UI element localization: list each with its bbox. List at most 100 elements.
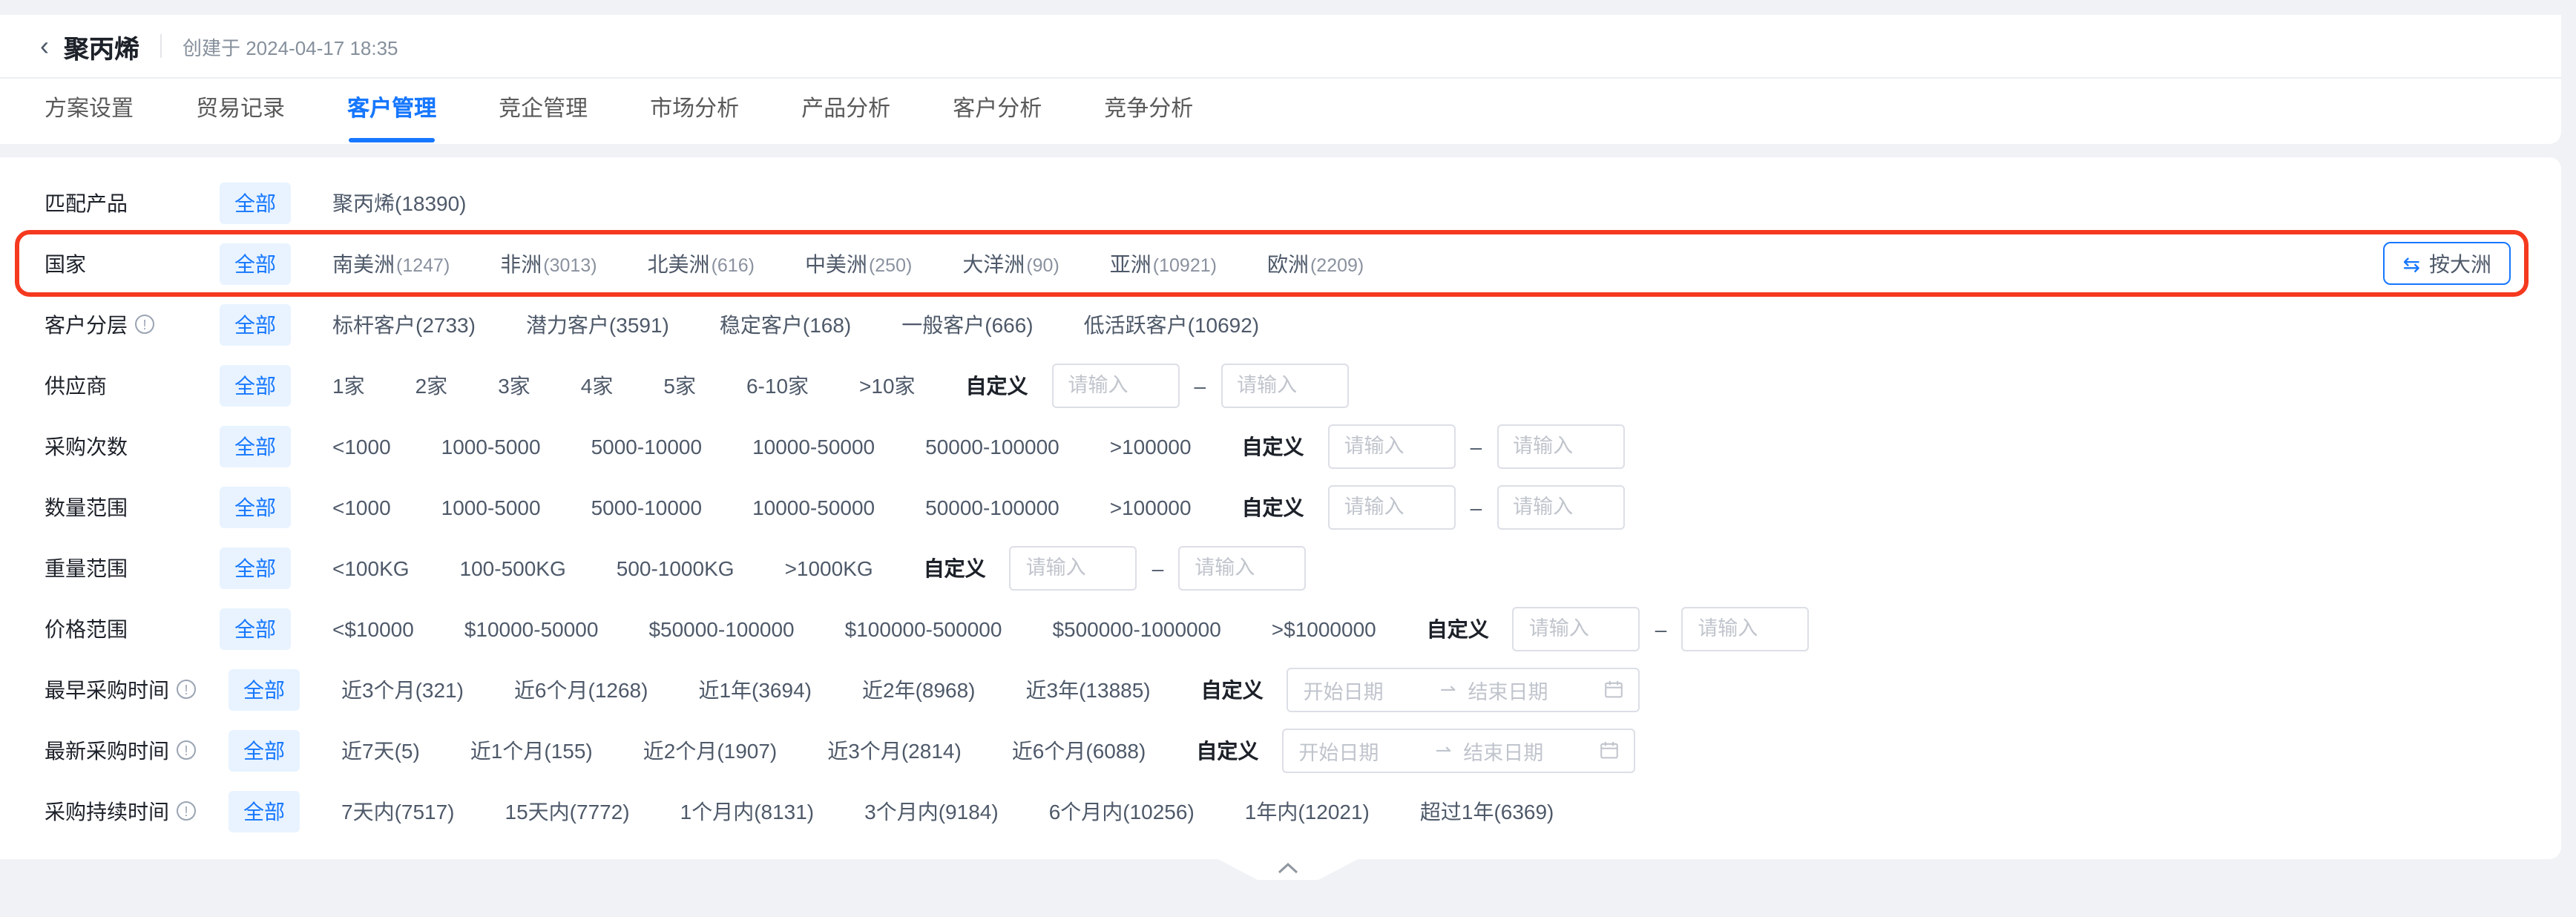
filter-option[interactable]: 6-10家	[746, 370, 809, 400]
custom-range-option[interactable]: 自定义	[1427, 614, 1489, 643]
filter-option[interactable]: 北美洲(616)	[648, 249, 755, 278]
filter-option[interactable]: 近2年(8968)	[862, 674, 976, 704]
filter-option[interactable]: >$1000000	[1272, 617, 1376, 640]
option-all-selected[interactable]: 全部	[220, 608, 291, 649]
filter-option[interactable]: 2家	[415, 370, 448, 400]
filter-option[interactable]: 3个月内(9184)	[864, 796, 999, 826]
range-max-input[interactable]	[1220, 363, 1348, 407]
filter-option[interactable]: 100-500KG	[460, 556, 566, 579]
option-all-selected[interactable]: 全部	[220, 303, 291, 345]
filter-option[interactable]: 1000-5000	[441, 434, 541, 458]
option-all-selected[interactable]: 全部	[229, 668, 300, 710]
custom-range-option[interactable]: 自定义	[924, 553, 986, 582]
group-by-continent-button[interactable]: ⇆按大洲	[2384, 242, 2511, 285]
option-all-selected[interactable]: 全部	[220, 364, 291, 406]
filter-option[interactable]: 亚洲(10921)	[1110, 249, 1217, 278]
filter-option[interactable]: 稳定客户(168)	[720, 309, 851, 339]
filter-option[interactable]: 近1年(3694)	[698, 674, 812, 704]
option-all-selected[interactable]: 全部	[220, 425, 291, 467]
filter-option[interactable]: 500-1000KG	[617, 556, 735, 579]
range-min-input[interactable]	[1328, 484, 1456, 529]
range-max-input[interactable]	[1496, 484, 1624, 529]
tab-贸易记录[interactable]: 贸易记录	[196, 79, 285, 144]
tab-竞企管理[interactable]: 竞企管理	[499, 79, 588, 144]
filter-option[interactable]: 1年内(12021)	[1245, 796, 1370, 826]
filter-option[interactable]: >100000	[1110, 434, 1192, 458]
filter-option[interactable]: <100KG	[332, 556, 410, 579]
option-all-selected[interactable]: 全部	[220, 547, 291, 588]
date-range-picker[interactable]: 开始日期⇀结束日期	[1282, 728, 1635, 772]
filter-option[interactable]: 聚丙烯(18390)	[332, 188, 467, 217]
filter-option[interactable]: 10000-50000	[752, 495, 875, 519]
filter-option[interactable]: >1000KG	[785, 556, 873, 579]
filter-option[interactable]: 近7天(5)	[341, 735, 420, 765]
filter-option[interactable]: 欧洲(2209)	[1267, 249, 1364, 278]
option-all-selected[interactable]: 全部	[229, 729, 300, 771]
filter-option[interactable]: 近6个月(6088)	[1012, 735, 1146, 765]
tab-客户管理[interactable]: 客户管理	[347, 79, 436, 144]
filter-option[interactable]: 5000-10000	[591, 434, 703, 458]
range-min-input[interactable]	[1010, 545, 1137, 590]
filter-option[interactable]: 近1个月(155)	[470, 735, 593, 765]
filter-option[interactable]: 近3年(13885)	[1026, 674, 1151, 704]
option-all-selected[interactable]: 全部	[220, 243, 291, 284]
range-min-input[interactable]	[1513, 606, 1640, 651]
filter-option[interactable]: $50000-100000	[648, 617, 794, 640]
filter-option[interactable]: 6个月内(10256)	[1049, 796, 1195, 826]
filter-option[interactable]: 近2个月(1907)	[643, 735, 778, 765]
custom-range-option[interactable]: 自定义	[1242, 492, 1304, 522]
filter-option[interactable]: 10000-50000	[752, 434, 875, 458]
info-icon[interactable]: !	[177, 680, 196, 699]
filter-option[interactable]: 5家	[663, 370, 696, 400]
tab-竞争分析[interactable]: 竞争分析	[1104, 79, 1193, 144]
back-icon[interactable]: ‹	[40, 33, 49, 59]
range-min-input[interactable]	[1328, 424, 1456, 468]
tab-客户分析[interactable]: 客户分析	[953, 79, 1042, 144]
tab-市场分析[interactable]: 市场分析	[650, 79, 739, 144]
info-icon[interactable]: !	[177, 801, 196, 821]
filter-option[interactable]: 大洋洲(90)	[962, 249, 1059, 278]
custom-range-option[interactable]: 自定义	[966, 370, 1028, 400]
filter-option[interactable]: 近3个月(321)	[341, 674, 464, 704]
info-icon[interactable]: !	[135, 315, 154, 334]
filter-option[interactable]: 一般客户(666)	[901, 309, 1033, 339]
filter-option[interactable]: 50000-100000	[925, 495, 1059, 519]
range-max-input[interactable]	[1496, 424, 1624, 468]
custom-range-option[interactable]: 自定义	[1201, 674, 1264, 704]
option-all-selected[interactable]: 全部	[229, 790, 300, 832]
filter-option[interactable]: <1000	[332, 434, 391, 458]
filter-option[interactable]: 近3个月(2814)	[827, 735, 962, 765]
filter-option[interactable]: 非洲(3013)	[500, 249, 597, 278]
range-max-input[interactable]	[1178, 545, 1306, 590]
option-all-selected[interactable]: 全部	[220, 486, 291, 527]
filter-option[interactable]: $10000-50000	[464, 617, 599, 640]
filter-option[interactable]: 15天内(7772)	[505, 796, 630, 826]
filter-option[interactable]: 近6个月(1268)	[514, 674, 648, 704]
filter-option[interactable]: >10家	[859, 370, 916, 400]
filter-option[interactable]: $500000-1000000	[1052, 617, 1220, 640]
filter-option[interactable]: $100000-500000	[845, 617, 1002, 640]
tab-方案设置[interactable]: 方案设置	[45, 79, 134, 144]
range-max-input[interactable]	[1681, 606, 1809, 651]
filter-option[interactable]: 7天内(7517)	[341, 796, 455, 826]
collapse-panel-button[interactable]	[1215, 858, 1361, 880]
filter-option[interactable]: 1000-5000	[441, 495, 541, 519]
filter-option[interactable]: 4家	[581, 370, 614, 400]
info-icon[interactable]: !	[177, 740, 196, 760]
filter-option[interactable]: >100000	[1110, 495, 1192, 519]
filter-option[interactable]: 50000-100000	[925, 434, 1059, 458]
date-range-picker[interactable]: 开始日期⇀结束日期	[1287, 667, 1640, 711]
custom-range-option[interactable]: 自定义	[1242, 431, 1304, 461]
filter-option[interactable]: 低活跃客户(10692)	[1084, 309, 1260, 339]
filter-option[interactable]: 潜力客户(3591)	[526, 309, 669, 339]
filter-option[interactable]: 标杆客户(2733)	[332, 309, 476, 339]
filter-option[interactable]: 中美洲(250)	[805, 249, 912, 278]
filter-option[interactable]: 5000-10000	[591, 495, 703, 519]
filter-option[interactable]: <$10000	[332, 617, 414, 640]
filter-option[interactable]: 超过1年(6369)	[1420, 796, 1554, 826]
filter-option[interactable]: <1000	[332, 495, 391, 519]
filter-option[interactable]: 1个月内(8131)	[680, 796, 815, 826]
filter-option[interactable]: 南美洲(1247)	[332, 249, 450, 278]
filter-option[interactable]: 3家	[498, 370, 530, 400]
filter-option[interactable]: 1家	[332, 370, 365, 400]
